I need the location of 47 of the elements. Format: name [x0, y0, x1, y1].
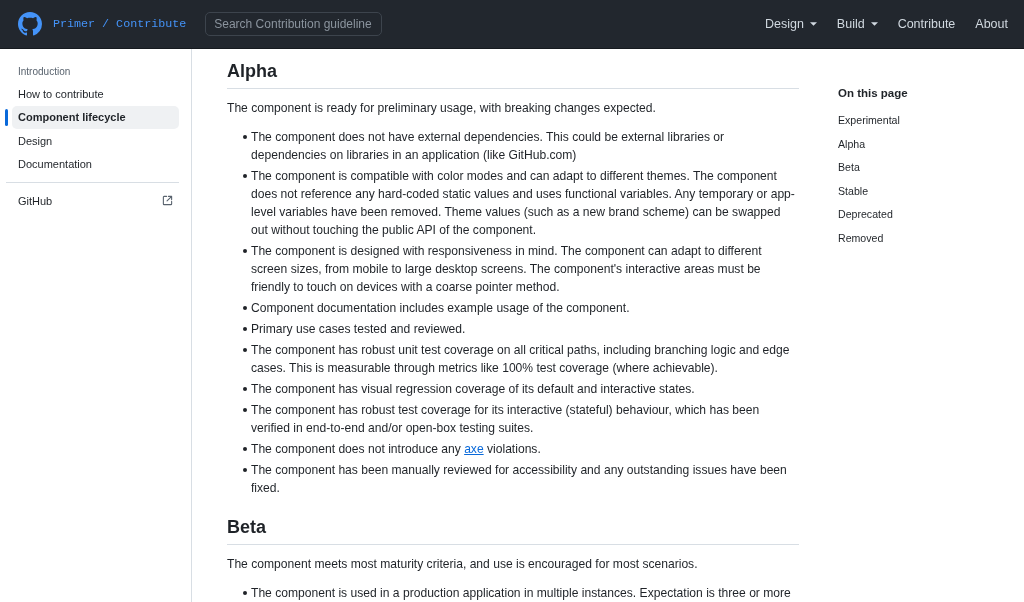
inline-link[interactable]: axe [464, 442, 484, 456]
toc-link[interactable]: Removed [838, 230, 884, 245]
bullet-icon [243, 306, 247, 310]
section-heading: Beta [227, 515, 799, 545]
nav-link[interactable]: Design [764, 17, 817, 31]
bullet-icon [243, 591, 247, 595]
bullet-icon [243, 387, 247, 391]
sidebar-item[interactable]: How to contribute [12, 82, 179, 106]
sidebar-link[interactable]: GitHub [12, 189, 179, 213]
bullet-icon [243, 348, 247, 352]
toc-link[interactable]: Experimental [838, 113, 900, 127]
list-item-text: Component documentation includes example usage of the component. [251, 300, 631, 317]
logo-icon[interactable] [18, 12, 42, 36]
selection-indicator-icon [5, 108, 8, 126]
list-item-text: The component is used in a production application in multiple instances. Expectation is three or more [251, 585, 792, 602]
bullet-icon [243, 135, 247, 139]
nav-link[interactable]: Contribute [897, 17, 956, 31]
search-field[interactable]: Search Contribution guideline [205, 12, 383, 36]
sidebar-item[interactable]: Design [12, 129, 179, 153]
site-title-link[interactable]: Primer / Contribute [53, 17, 187, 31]
bullet-icon [243, 408, 247, 412]
sidebar-heading: Introduction [17, 65, 72, 79]
bullet-icon [243, 447, 247, 451]
list-item-text: The component does not have external dependencies. This could be external libraries or dependencies on libraries in an application (like GitHub.com) [251, 129, 726, 164]
list-item-text: The component has been manually reviewed for accessibility and any outstanding issues have been fixed. [251, 462, 788, 497]
section-intro: The component meets most maturity criteria, and use is encouraged for most scenarios. [227, 556, 699, 573]
bullet-icon [243, 327, 247, 331]
list-item-text: The component has visual regression coverage of its default and interactive states. [251, 381, 696, 398]
nav-link[interactable]: About [975, 17, 1008, 31]
list-item-text: Primary use cases tested and reviewed. [251, 321, 467, 338]
nav-link[interactable]: Build [836, 17, 878, 31]
list-item-text: The component has robust unit test coverage on all critical paths, including branching logic and edge cases. This is measurable through metrics like 100% test coverage (where achievable). [251, 342, 791, 377]
toc-heading: On this page [838, 86, 908, 100]
toc-link[interactable]: Deprecated [838, 207, 893, 222]
section-intro: The component is ready for preliminary usage, with breaking changes expected. [227, 100, 657, 117]
list-item-text: The component is designed with responsiveness in mind. The component can adapt to different screen sizes, from mobile to large desktop screens. The component's interactive areas must be friendly to touch on devices with a coarse pointer method. [251, 243, 763, 296]
list-item-text: The component is compatible with color modes and can adapt to different themes. The component does not reference any hard-coded static values and uses functional variables. Any temporary or app-level variables have been removed. Theme values (such as a new brand scheme) can be swapped out without touching the public API of the component. [251, 168, 796, 239]
sidebar-item[interactable]: Documentation [12, 152, 179, 176]
toc-link[interactable]: Alpha [838, 136, 866, 151]
bullet-icon [243, 249, 247, 253]
section-heading: Alpha [227, 59, 799, 89]
bullet-icon [243, 174, 247, 178]
list-item-text: The component has robust test coverage for its interactive (stateful) behaviour, which has been verified in end-to-end and/or open-box testing suites. [251, 402, 761, 437]
bullet-icon [243, 468, 247, 472]
toc-link[interactable]: Stable [838, 183, 869, 198]
list-item-text: The component does not introduce any axe violations. [251, 441, 542, 458]
toc-link[interactable]: Beta [838, 160, 860, 175]
